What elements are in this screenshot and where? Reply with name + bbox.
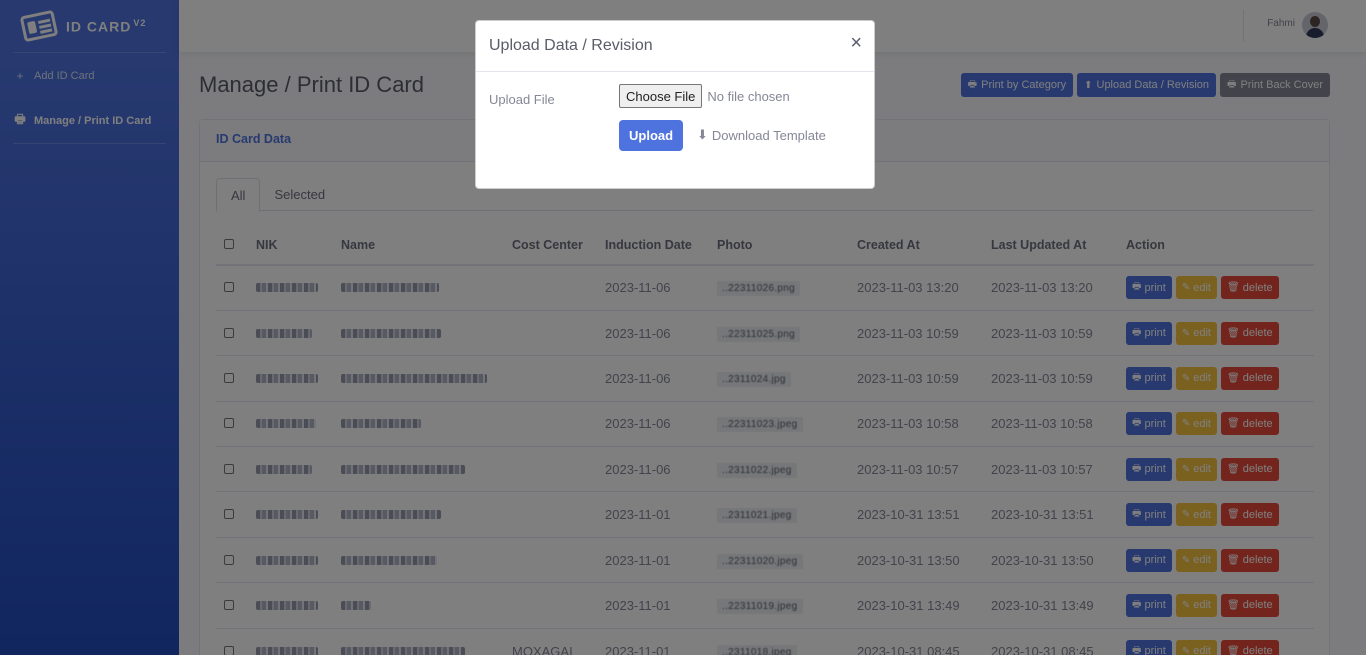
- upload-button[interactable]: Upload: [619, 120, 684, 151]
- download-template-link[interactable]: ⬇ Download Template: [697, 127, 826, 143]
- choose-file-button[interactable]: Choose File: [619, 84, 703, 108]
- upload-modal: Upload Data / Revision × Upload File Cho…: [475, 20, 875, 189]
- upload-file-label: Upload File: [489, 92, 555, 107]
- download-icon: ⬇: [697, 127, 708, 142]
- close-icon[interactable]: ×: [850, 33, 862, 53]
- file-input[interactable]: Choose File No file chosen: [619, 84, 790, 108]
- modal-body: Upload File Choose File No file chosen U…: [476, 72, 874, 189]
- modal-header: Upload Data / Revision ×: [476, 21, 874, 72]
- file-status: No file chosen: [707, 88, 790, 104]
- modal-title: Upload Data / Revision: [489, 37, 653, 54]
